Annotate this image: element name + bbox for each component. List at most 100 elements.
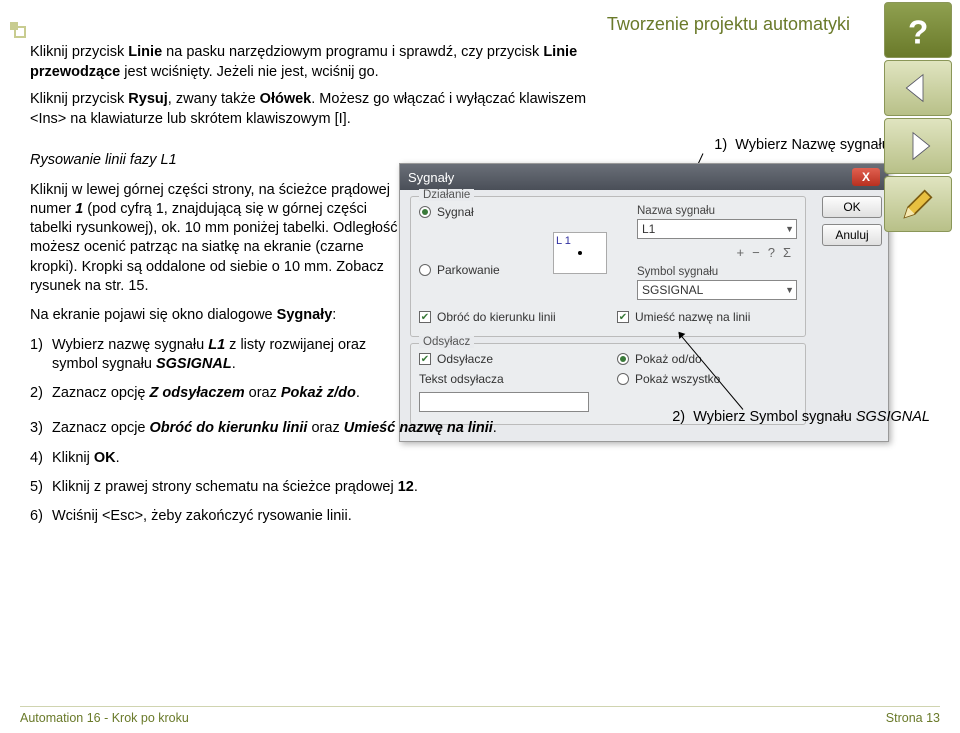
num: 1) bbox=[30, 336, 43, 355]
question-icon[interactable]: ? bbox=[768, 245, 775, 260]
page-footer: Automation 16 - Krok po kroku Strona 13 bbox=[20, 706, 940, 725]
t: Obróć do kierunku linii bbox=[437, 310, 556, 324]
t: 1 bbox=[75, 201, 83, 217]
t: (pod cyfrą 1, znajdującą się w górnej cz… bbox=[30, 201, 398, 294]
check-icon: ✔ bbox=[419, 311, 431, 323]
sigma-icon[interactable]: Σ bbox=[783, 245, 791, 260]
t: Obróć do kierunku linii bbox=[150, 420, 308, 436]
num: 2) bbox=[30, 384, 43, 403]
symbol-buttons: + − ? Σ bbox=[637, 245, 797, 260]
t: Odsyłacze bbox=[437, 352, 493, 366]
chevron-down-icon: ▼ bbox=[785, 224, 794, 234]
t: jest wciśnięty. Jeżeli nie jest, wciśnij… bbox=[120, 64, 378, 80]
t: 12 bbox=[398, 479, 414, 495]
t: Umieść nazwę na linii bbox=[344, 420, 493, 436]
label-tekst-odsylacza: Tekst odsyłacza bbox=[419, 372, 599, 386]
t: L1 bbox=[208, 337, 225, 353]
t: Sygnały bbox=[277, 307, 333, 323]
num: 3) bbox=[30, 419, 43, 438]
t: Parkowanie bbox=[437, 263, 500, 277]
cancel-button[interactable]: Anuluj bbox=[822, 224, 882, 246]
step-3: 3) Zaznacz opcje Obróć do kierunku linii… bbox=[52, 419, 940, 438]
radio-pokaz-oddo[interactable]: Pokaż od/do bbox=[617, 352, 797, 366]
t: Zaznacz opcję bbox=[52, 385, 150, 401]
radio-sygnal[interactable]: Sygnał bbox=[419, 205, 539, 219]
t: : bbox=[332, 307, 336, 323]
section-heading: Rysowanie linii fazy L1 bbox=[30, 151, 405, 170]
label-nazwa: Nazwa sygnału bbox=[637, 205, 797, 217]
left-p2: Na ekranie pojawi się okno dialogowe Syg… bbox=[30, 306, 405, 325]
svg-text:?: ? bbox=[908, 14, 928, 50]
t: Wybierz Nazwę sygnału bbox=[735, 137, 894, 153]
t: Kliknij przycisk bbox=[30, 44, 128, 60]
signal-preview: L 1 bbox=[553, 232, 607, 274]
check-icon: ✔ bbox=[419, 353, 431, 365]
fieldset-dzialanie: Działanie Sygnał Parkowanie bbox=[410, 196, 806, 337]
forward-icon[interactable] bbox=[884, 118, 952, 174]
legend: Działanie bbox=[419, 189, 474, 201]
check-icon: ✔ bbox=[617, 311, 629, 323]
t: Wciśnij <Esc>, żeby zakończyć rysowanie … bbox=[52, 508, 352, 524]
t: Pokaż od/do bbox=[635, 352, 702, 366]
chevron-down-icon: ▼ bbox=[785, 285, 794, 295]
t: L 1 bbox=[556, 235, 571, 247]
t: . bbox=[116, 450, 120, 466]
page-ornament bbox=[14, 26, 26, 38]
t: Na ekranie pojawi się okno dialogowe bbox=[30, 307, 277, 323]
footer-right: Strona 13 bbox=[886, 711, 940, 725]
num: 5) bbox=[30, 478, 43, 497]
input-tekst-odsylacza[interactable] bbox=[419, 392, 589, 412]
radio-icon bbox=[419, 264, 431, 276]
t: oraz bbox=[245, 385, 281, 401]
dropdown-symbol[interactable]: SGSIGNAL ▼ bbox=[637, 280, 797, 300]
t: L1 bbox=[642, 222, 655, 236]
radio-parkowanie[interactable]: Parkowanie bbox=[419, 263, 539, 277]
radio-pokaz-wszystko[interactable]: Pokaż wszystko bbox=[617, 372, 797, 386]
num: 6) bbox=[30, 507, 43, 526]
check-obroc[interactable]: ✔ Obróć do kierunku linii bbox=[419, 310, 599, 324]
t: Z odsyłaczem bbox=[150, 385, 245, 401]
t: SGSIGNAL bbox=[642, 283, 703, 297]
t: Pokaż wszystko bbox=[635, 372, 720, 386]
close-icon[interactable]: X bbox=[852, 168, 880, 186]
plus-icon[interactable]: + bbox=[737, 245, 745, 260]
t: na pasku narzędziowym programu i sprawdź… bbox=[162, 44, 543, 60]
dropdown-nazwa[interactable]: L1 ▼ bbox=[637, 219, 797, 239]
t: Pokaż z/do bbox=[281, 385, 356, 401]
t: . bbox=[414, 479, 418, 495]
side-toolbar: ? bbox=[884, 2, 956, 234]
t: Linie bbox=[128, 44, 162, 60]
radio-icon bbox=[617, 353, 629, 365]
check-umiesc[interactable]: ✔ Umieść nazwę na linii bbox=[617, 310, 797, 324]
dialog-titlebar: Sygnały X bbox=[400, 164, 888, 190]
step-6: 6) Wciśnij <Esc>, żeby zakończyć rysowan… bbox=[52, 507, 940, 526]
left-p1: Kliknij w lewej górnej części strony, na… bbox=[30, 181, 405, 297]
page-title: Tworzenie projektu automatyki bbox=[20, 14, 940, 35]
back-icon[interactable] bbox=[884, 60, 952, 116]
t: Umieść nazwę na linii bbox=[635, 310, 750, 324]
minus-icon[interactable]: − bbox=[752, 245, 760, 260]
check-odsylacze[interactable]: ✔ Odsyłacze bbox=[419, 352, 599, 366]
num: 1) bbox=[714, 137, 727, 153]
dialog-title: Sygnały bbox=[408, 170, 454, 185]
step-4: 4) Kliknij OK. bbox=[52, 449, 940, 468]
footer-left: Automation 16 - Krok po kroku bbox=[20, 711, 189, 725]
t: Kliknij z prawej strony schematu na ście… bbox=[52, 479, 398, 495]
t: Kliknij bbox=[52, 450, 94, 466]
t: Kliknij przycisk bbox=[30, 91, 128, 107]
callout-1: 1) Wybierz Nazwę sygnału L1 bbox=[714, 137, 910, 153]
t: OK bbox=[94, 450, 116, 466]
ok-button[interactable]: OK bbox=[822, 196, 882, 218]
t: Zaznacz opcje bbox=[52, 420, 150, 436]
pencil-icon[interactable] bbox=[884, 176, 952, 232]
t: SGSIGNAL bbox=[156, 356, 232, 372]
t: Sygnał bbox=[437, 205, 474, 219]
intro-p1: Kliknij przycisk Linie na pasku narzędzi… bbox=[30, 43, 590, 82]
step-2: 2) Zaznacz opcję Z odsyłaczem oraz Pokaż… bbox=[52, 384, 405, 403]
t: . bbox=[232, 356, 236, 372]
t: Wybierz nazwę sygnału bbox=[52, 337, 208, 353]
t: , zwany także bbox=[168, 91, 260, 107]
t: . bbox=[493, 420, 497, 436]
dialog-sygnaly: Sygnały X Działanie Sygnał bbox=[399, 163, 889, 442]
help-icon[interactable]: ? bbox=[884, 2, 952, 58]
